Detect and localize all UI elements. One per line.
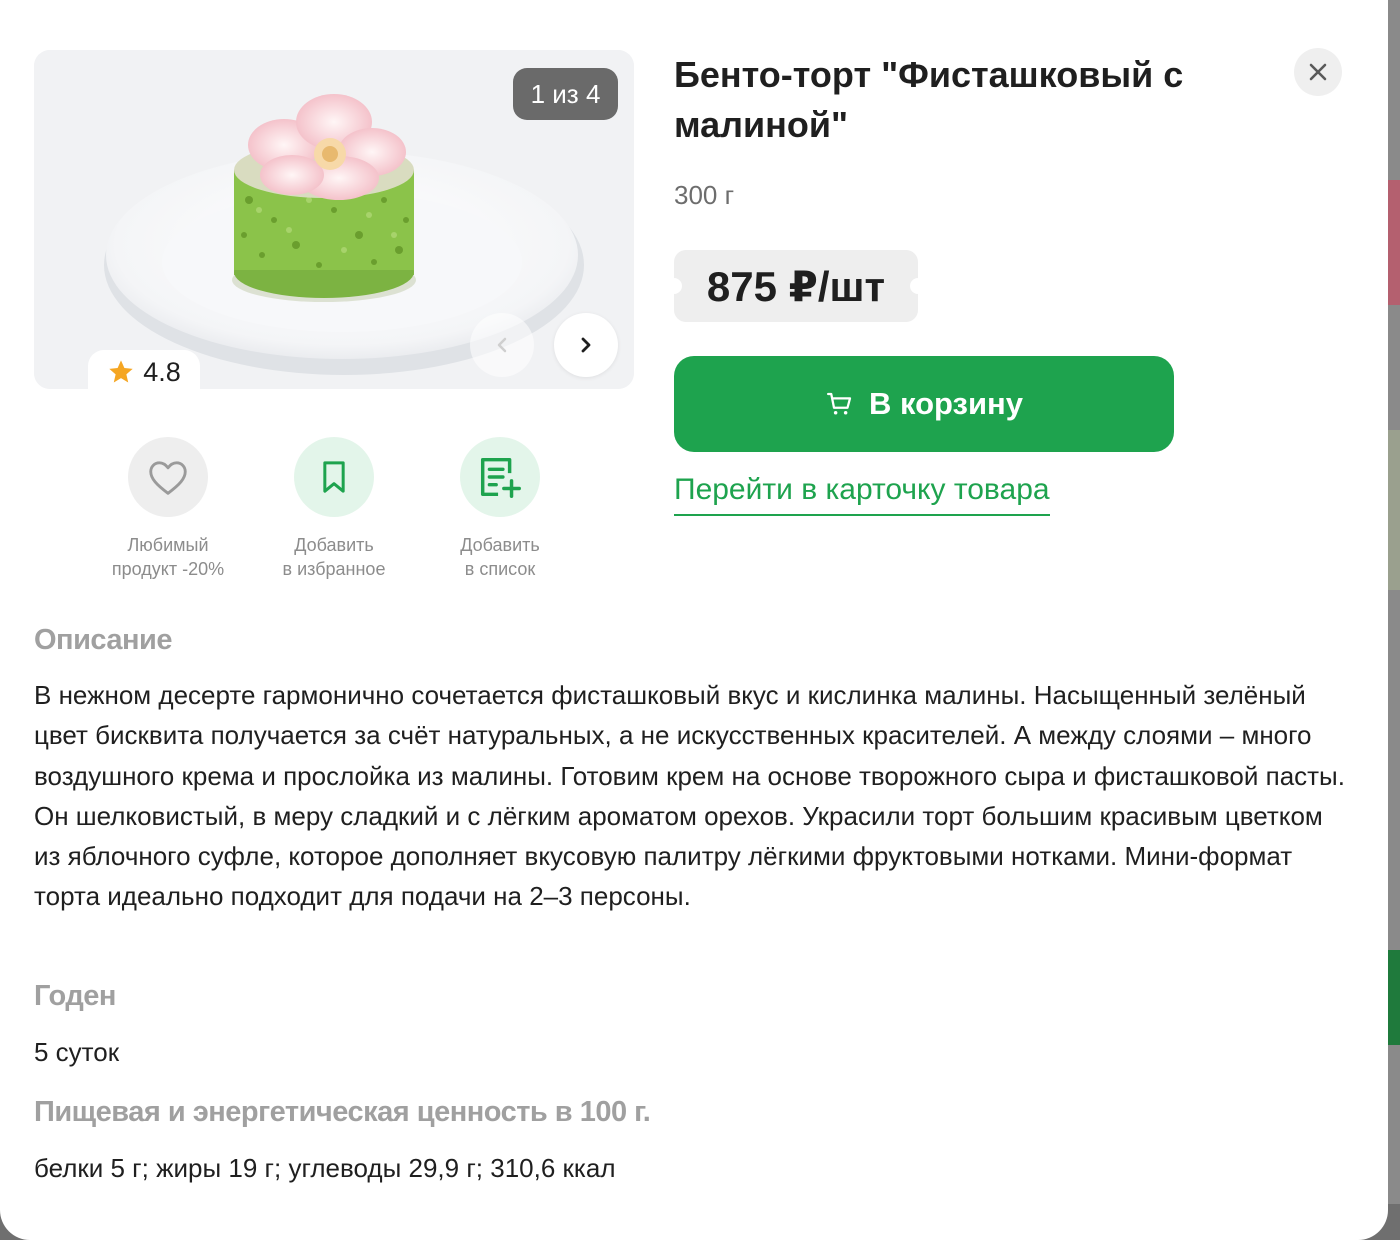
product-card-link[interactable]: Перейти в карточку товара [674, 472, 1050, 516]
add-to-favorites-label: Добавить [294, 535, 374, 555]
rating-value: 4.8 [143, 356, 181, 387]
heart-icon [149, 461, 187, 495]
add-to-favorites-action[interactable]: Добавить в избранное [254, 437, 414, 581]
add-to-list-button[interactable] [460, 437, 540, 517]
gallery-prev-button[interactable] [470, 313, 534, 377]
background-card [1386, 950, 1400, 1045]
background-card [1386, 430, 1400, 590]
add-to-cart-button[interactable]: В корзину [674, 356, 1174, 452]
close-button[interactable] [1294, 48, 1342, 96]
description-text: В нежном десерте гармонично сочетается ф… [34, 680, 1345, 912]
favorite-product-action[interactable]: Любимый продукт -20% [88, 437, 248, 581]
favorite-product-sublabel: продукт -20% [111, 559, 225, 579]
favorite-product-button[interactable] [128, 437, 208, 517]
add-to-list-label: Добавить [460, 535, 540, 555]
gallery-next-button[interactable] [554, 313, 618, 377]
image-counter: 1 из 4 [513, 68, 618, 120]
price-tag: 875 ₽/шт [666, 250, 926, 322]
add-to-cart-label: В корзину [868, 386, 1023, 421]
close-icon [1309, 63, 1327, 81]
add-to-list-action[interactable]: Добавить в список [420, 437, 580, 581]
chevron-right-icon [581, 337, 591, 353]
product-modal: 1 из 4 4.8 Любимый продукт -20% Добавить… [0, 0, 1388, 1240]
add-to-list-sublabel: в список [464, 559, 536, 579]
product-title: Бенто-торт "Фисташковый с малиной" [674, 54, 1184, 145]
cart-icon [826, 392, 852, 415]
star-icon [109, 360, 133, 383]
add-to-favorites-button[interactable] [294, 437, 374, 517]
background-card [1386, 180, 1400, 305]
favorite-product-label: Любимый [127, 535, 209, 555]
list-add-icon [480, 457, 521, 498]
shelf-life-heading: Годен [34, 980, 116, 1012]
nutrition-value: белки 5 г; жиры 19 г; углеводы 29,9 г; 3… [34, 1153, 616, 1183]
nutrition-heading: Пищевая и энергетическая ценность в 100 … [34, 1096, 651, 1128]
rating-badge: 4.8 [88, 350, 200, 394]
add-to-favorites-sublabel: в избранное [282, 559, 386, 579]
shelf-life-value: 5 суток [34, 1037, 120, 1067]
chevron-left-icon [497, 337, 507, 353]
bookmark-icon [323, 461, 345, 493]
description-heading: Описание [34, 624, 172, 656]
price-value: 875 ₽/шт [706, 262, 886, 310]
product-weight: 300 г [674, 180, 735, 210]
